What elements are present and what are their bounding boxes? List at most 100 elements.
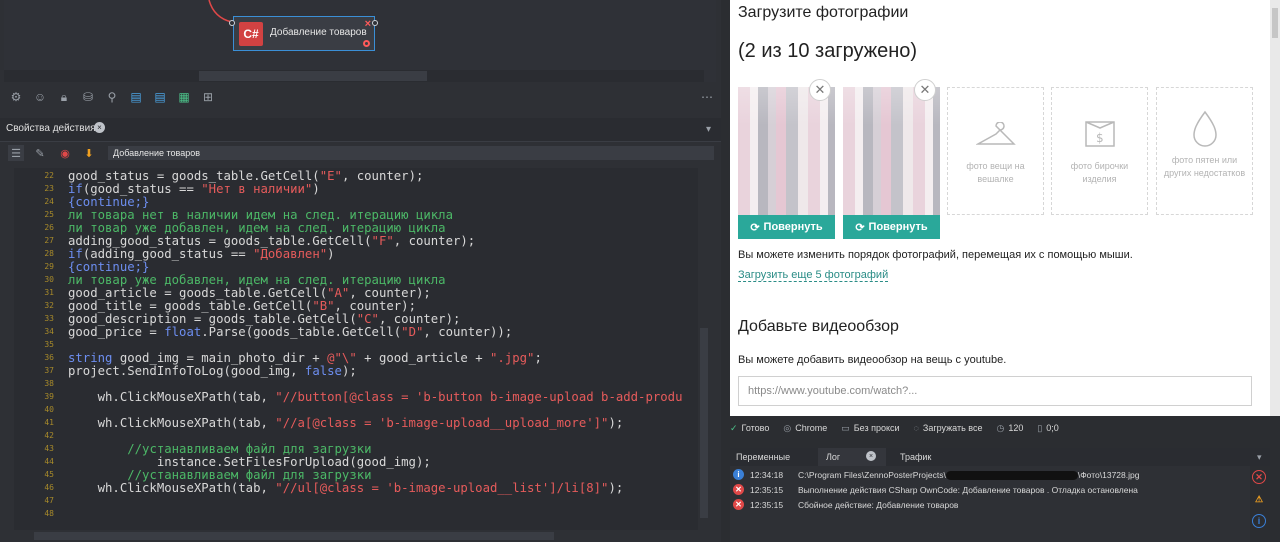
table-icon[interactable]: ▦ <box>176 89 192 105</box>
status-proxy[interactable]: ▭ Без прокси <box>841 423 899 434</box>
line-number: 38 <box>44 379 54 388</box>
log-message-part: C:\Program Files\ZennoPosterProjects\ <box>798 470 946 480</box>
tree-icon[interactable]: ⚲ <box>104 89 120 105</box>
node-input-pin[interactable] <box>229 20 235 26</box>
tab-variables[interactable]: Переменные <box>736 452 790 462</box>
edit-document-icon[interactable]: ✎ <box>32 145 48 161</box>
info-icon: i <box>733 469 744 480</box>
error-filter-icon[interactable]: ✕ <box>1252 470 1266 484</box>
node-output-pin[interactable] <box>372 20 378 26</box>
upload-heading: Загрузите фотографии <box>738 4 909 21</box>
settings-icon[interactable]: ⚙ <box>8 89 24 105</box>
code-line: good_price = float.Parse(goods_table.Get… <box>68 325 513 339</box>
redacted-text <box>945 471 1078 481</box>
arrow-down-icon[interactable]: ⬇ <box>81 145 97 161</box>
line-number: 32 <box>44 301 54 310</box>
canvas-toolbar: ⚙ ☺ 🔒︎ ⛁ ⚲ ▤ ▤ ▦ ⊞ <box>8 88 718 106</box>
photo-thumbnail[interactable]: ⟳ Повернуть ✕ <box>843 79 940 239</box>
more-icon[interactable]: ⋯ <box>701 90 713 104</box>
list-icon[interactable]: ▤ <box>128 89 144 105</box>
line-number: 30 <box>44 275 54 284</box>
status-ready-label: Готово <box>741 422 770 433</box>
product-photo <box>843 87 940 215</box>
upload-count: (2 из 10 загружено) <box>738 40 918 62</box>
list-alt-icon[interactable]: ▤ <box>152 89 168 105</box>
document-icon[interactable]: ☰ <box>8 145 24 161</box>
info-filter-icon[interactable]: i <box>1252 514 1266 528</box>
delete-photo-button[interactable]: ✕ <box>914 79 936 101</box>
canvas-horizontal-scrollbar[interactable] <box>4 70 704 82</box>
node-title: Добавление товаров <box>270 27 367 38</box>
chrome-icon: ◎ <box>783 422 792 433</box>
chevron-down-icon[interactable]: ▾ <box>1257 452 1262 463</box>
status-timeout[interactable]: ◷ 120 <box>996 423 1023 434</box>
log-row: ✕ 12:35:15 Сбойное действие: Добавление … <box>730 498 1250 512</box>
log-time: 12:35:15 <box>750 500 784 510</box>
scrollbar-thumb[interactable] <box>34 532 554 540</box>
tab-traffic[interactable]: Трафик <box>900 452 931 462</box>
scrollbar-thumb[interactable] <box>700 328 708 518</box>
lock-icon[interactable]: 🔒︎ <box>56 89 72 105</box>
tab-close-icon[interactable]: × <box>866 451 876 461</box>
check-circle-icon: ◌ <box>913 423 919 433</box>
warning-filter-icon[interactable]: ⚠ <box>1252 492 1266 506</box>
line-number: 47 <box>44 496 54 505</box>
chevron-down-icon[interactable]: ▾ <box>706 124 711 135</box>
project-editor-pane: C# Добавление товаров × ⚙ ☺ 🔒︎ ⛁ ⚲ ▤ ▤ ▦… <box>0 0 721 542</box>
browser-scrollbar[interactable] <box>1270 0 1280 416</box>
log-tabbar: Переменные Лог × Трафик <box>730 448 1270 466</box>
properties-tabbar: Свойства действия × ▾ <box>0 118 721 142</box>
line-number: 34 <box>44 327 54 336</box>
rotate-label: Повернуть <box>763 221 823 233</box>
rotate-button[interactable]: ⟳ Повернуть <box>738 215 835 239</box>
status-browser[interactable]: ◎ Chrome <box>783 423 827 434</box>
photo-slot-stain[interactable]: фото пятен или других недостатков <box>1156 87 1253 215</box>
database-icon[interactable]: ⛁ <box>80 89 96 105</box>
code-line: wh.ClickMouseXPath(tab, "//button[@class… <box>68 390 683 404</box>
hanger-icon <box>976 122 1016 145</box>
delete-photo-button[interactable]: ✕ <box>809 79 831 101</box>
code-vertical-scrollbar[interactable] <box>698 168 710 530</box>
status-coords-label: 0;0 <box>1046 422 1059 433</box>
action-node[interactable]: C# Добавление товаров × <box>233 16 375 51</box>
youtube-url-input[interactable]: https://www.youtube.com/watch?... <box>738 376 1252 406</box>
line-number: 41 <box>44 418 54 427</box>
mouse-icon: ▯ <box>1037 422 1043 433</box>
user-icon[interactable]: ☺ <box>32 89 48 105</box>
record-icon[interactable]: ◉ <box>57 145 73 161</box>
monitor-icon: ▭ <box>841 422 850 433</box>
code-horizontal-scrollbar[interactable] <box>14 530 710 542</box>
tab-action-properties[interactable]: Свойства действия <box>6 123 96 134</box>
status-load[interactable]: ◌ Загружать все <box>914 423 983 433</box>
line-number: 48 <box>44 509 54 518</box>
scrollbar-thumb[interactable] <box>1272 8 1278 38</box>
tag-icon: $ <box>1085 121 1115 147</box>
action-name-field[interactable]: Добавление товаров <box>108 146 714 160</box>
line-number: 42 <box>44 431 54 440</box>
rotate-button[interactable]: ⟳ Повернуть <box>843 215 940 239</box>
log-row: i 12:34:18 C:\Program Files\ZennoPosterP… <box>730 468 1250 482</box>
connection-arrow <box>208 0 233 23</box>
line-number: 29 <box>44 262 54 271</box>
check-icon: ✓ <box>730 422 738 433</box>
code-editor[interactable]: 22 23 24 25 26 27 28 29 30 31 32 33 34 3… <box>14 168 710 530</box>
line-number: 36 <box>44 353 54 362</box>
line-number: 25 <box>44 210 54 219</box>
line-number-gutter: 22 23 24 25 26 27 28 29 30 31 32 33 34 3… <box>14 168 58 530</box>
log-filter-icons: ✕ ⚠ i <box>1252 470 1270 536</box>
code-line: wh.ClickMouseXPath(tab, "//a[@class = 'b… <box>68 416 624 430</box>
log-time: 12:34:18 <box>750 470 784 480</box>
status-proxy-label: Без прокси <box>853 422 900 433</box>
tab-log[interactable]: Лог <box>826 452 840 462</box>
node-breakpoint-icon[interactable] <box>363 40 370 47</box>
photo-slot-hanger[interactable]: фото вещи на вешалке <box>947 87 1044 215</box>
scrollbar-thumb[interactable] <box>199 71 427 81</box>
tab-close-icon[interactable]: × <box>94 122 105 133</box>
grid-icon[interactable]: ⊞ <box>200 89 216 105</box>
node-close-icon[interactable]: × <box>365 18 371 30</box>
photo-slot-tag[interactable]: $ фото бирочки изделия <box>1051 87 1148 215</box>
upload-more-link[interactable]: Загрузить еще 5 фотографий <box>738 269 889 282</box>
photo-thumbnail[interactable]: ⟳ Повернуть ✕ <box>738 79 835 239</box>
log-message: Выполнение действия CSharp OwnCode: Доба… <box>798 485 1138 495</box>
line-number: 40 <box>44 405 54 414</box>
